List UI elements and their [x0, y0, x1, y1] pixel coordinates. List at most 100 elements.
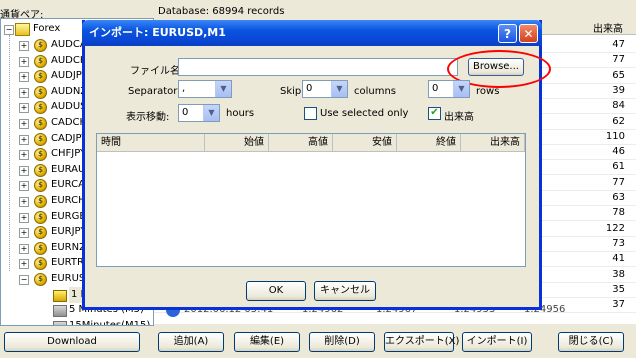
hours-label: hours [226, 108, 255, 119]
cancel-button[interactable]: キャンセル [314, 281, 376, 301]
volume-cell[interactable]: 73 [565, 238, 625, 249]
timeframe-icon [53, 289, 67, 302]
currency-icon: $ [34, 210, 47, 224]
volume-cell[interactable]: 110 [565, 131, 625, 142]
expand-toggle[interactable]: + [19, 41, 29, 51]
close-icon[interactable]: ✕ [519, 24, 538, 43]
close-button[interactable]: 閉じる(C) [558, 332, 624, 352]
currency-icon: $ [34, 70, 47, 84]
col-time[interactable]: 時間 [97, 134, 205, 152]
currency-icon: $ [34, 273, 47, 286]
add-button[interactable]: 追加(A) [158, 332, 224, 352]
volume-cell[interactable]: 63 [565, 192, 625, 203]
import-button[interactable]: インポート(I) [462, 332, 532, 352]
expand-toggle[interactable]: + [19, 119, 29, 129]
col-volume[interactable]: 出来高 [461, 134, 525, 152]
expand-toggle[interactable]: + [19, 197, 29, 207]
expand-toggle[interactable]: + [19, 228, 29, 239]
shift-value: 0 [182, 107, 189, 118]
volume-cell[interactable]: 38 [565, 269, 625, 280]
col-open[interactable]: 始値 [205, 134, 269, 152]
file-label: ファイル名: [130, 66, 184, 77]
volume-cell[interactable]: 78 [565, 207, 625, 218]
expand-toggle[interactable]: + [19, 165, 29, 176]
volume-cell[interactable]: 77 [565, 54, 625, 65]
col-high[interactable]: 高値 [269, 134, 333, 152]
col-close[interactable]: 終値 [397, 134, 461, 152]
volume-cell[interactable]: 61 [565, 161, 625, 172]
rows-label: rows [476, 86, 500, 97]
skip-rows-value: 0 [432, 83, 439, 94]
expand-toggle[interactable]: + [19, 134, 29, 145]
file-input[interactable] [178, 58, 458, 76]
currency-icon: $ [34, 132, 47, 146]
collapse-toggle[interactable]: − [4, 25, 14, 35]
dialog-title: インポート: EURUSD,M1 [89, 26, 226, 39]
volume-cell[interactable]: 122 [565, 223, 625, 234]
currency-icon: $ [34, 226, 47, 240]
volume-cell[interactable]: 62 [565, 116, 625, 127]
expand-toggle[interactable]: + [19, 150, 29, 161]
volume-checkbox[interactable]: ✔ [428, 107, 441, 120]
use-selected-checkbox[interactable] [304, 107, 317, 120]
chevron-down-icon[interactable]: ▼ [215, 81, 231, 97]
expand-toggle[interactable]: + [19, 72, 29, 83]
volume-cell[interactable]: 84 [565, 100, 625, 111]
volume-cell[interactable]: 35 [565, 284, 625, 295]
edit-button[interactable]: 編集(E) [234, 332, 300, 352]
preview-grid[interactable]: 時間 始値 高値 安値 終値 出来高 [96, 133, 526, 267]
columns-label: columns [354, 86, 397, 97]
currency-icon: $ [34, 179, 47, 193]
expand-toggle[interactable]: + [19, 103, 29, 114]
skip-columns-value: 0 [306, 83, 313, 94]
expand-toggle[interactable]: + [19, 56, 29, 67]
expand-toggle[interactable]: − [19, 275, 29, 285]
col-low[interactable]: 安値 [333, 134, 397, 152]
folder-icon [15, 23, 30, 36]
volume-header[interactable]: 出来高 [593, 20, 623, 35]
currency-icon: $ [34, 101, 47, 115]
tree-root-forex[interactable]: Forex [33, 21, 60, 37]
currency-icon: $ [34, 241, 47, 255]
currency-icon: $ [34, 163, 47, 177]
expand-toggle[interactable]: + [19, 259, 29, 270]
skip-columns-select[interactable]: 0 ▼ [302, 80, 348, 98]
help-icon[interactable]: ? [498, 24, 517, 43]
separator-select[interactable]: , ▼ [178, 80, 232, 98]
ok-button[interactable]: OK [246, 281, 306, 301]
shift-select[interactable]: 0 ▼ [178, 104, 220, 122]
currency-icon: $ [34, 85, 47, 99]
volume-cell[interactable]: 46 [565, 146, 625, 157]
volume-cell[interactable]: 39 [565, 85, 625, 96]
skip-label: Skip: [280, 86, 305, 97]
volume-cell[interactable]: 65 [565, 70, 625, 81]
currency-icon: $ [34, 195, 47, 208]
volume-cell[interactable]: 37 [565, 299, 625, 310]
tree-item-pair[interactable]: CHFJPY [51, 146, 86, 162]
volume-cell[interactable]: 77 [565, 177, 625, 188]
volume-check-label: 出来高 [444, 112, 474, 123]
currency-icon: $ [34, 257, 47, 271]
download-button[interactable]: Download [4, 332, 140, 352]
currency-icon: $ [34, 39, 47, 52]
database-label: Database: 68994 records [158, 6, 285, 17]
chevron-down-icon[interactable]: ▼ [453, 81, 469, 97]
timeframe-icon [53, 320, 67, 325]
tree-item-timeframe[interactable]: 15Minutes(M15) [69, 318, 150, 325]
use-selected-label: Use selected only [320, 108, 409, 119]
shift-label: 表示移動: [126, 112, 170, 123]
expand-toggle[interactable]: + [19, 243, 29, 254]
currency-icon: $ [34, 148, 47, 162]
expand-toggle[interactable]: + [19, 181, 29, 192]
export-button[interactable]: エクスポート(X) [384, 332, 459, 352]
chevron-down-icon[interactable]: ▼ [203, 105, 219, 121]
chevron-down-icon[interactable]: ▼ [331, 81, 347, 97]
volume-cell[interactable]: 47 [565, 39, 625, 50]
skip-rows-select[interactable]: 0 ▼ [428, 80, 470, 98]
expand-toggle[interactable]: + [19, 87, 29, 98]
delete-button[interactable]: 削除(D) [309, 332, 375, 352]
dialog-title-bar[interactable]: インポート: EURUSD,M1 ? ✕ [82, 20, 542, 46]
volume-cell[interactable]: 41 [565, 253, 625, 264]
currency-icon: $ [34, 117, 47, 130]
expand-toggle[interactable]: + [19, 212, 29, 223]
